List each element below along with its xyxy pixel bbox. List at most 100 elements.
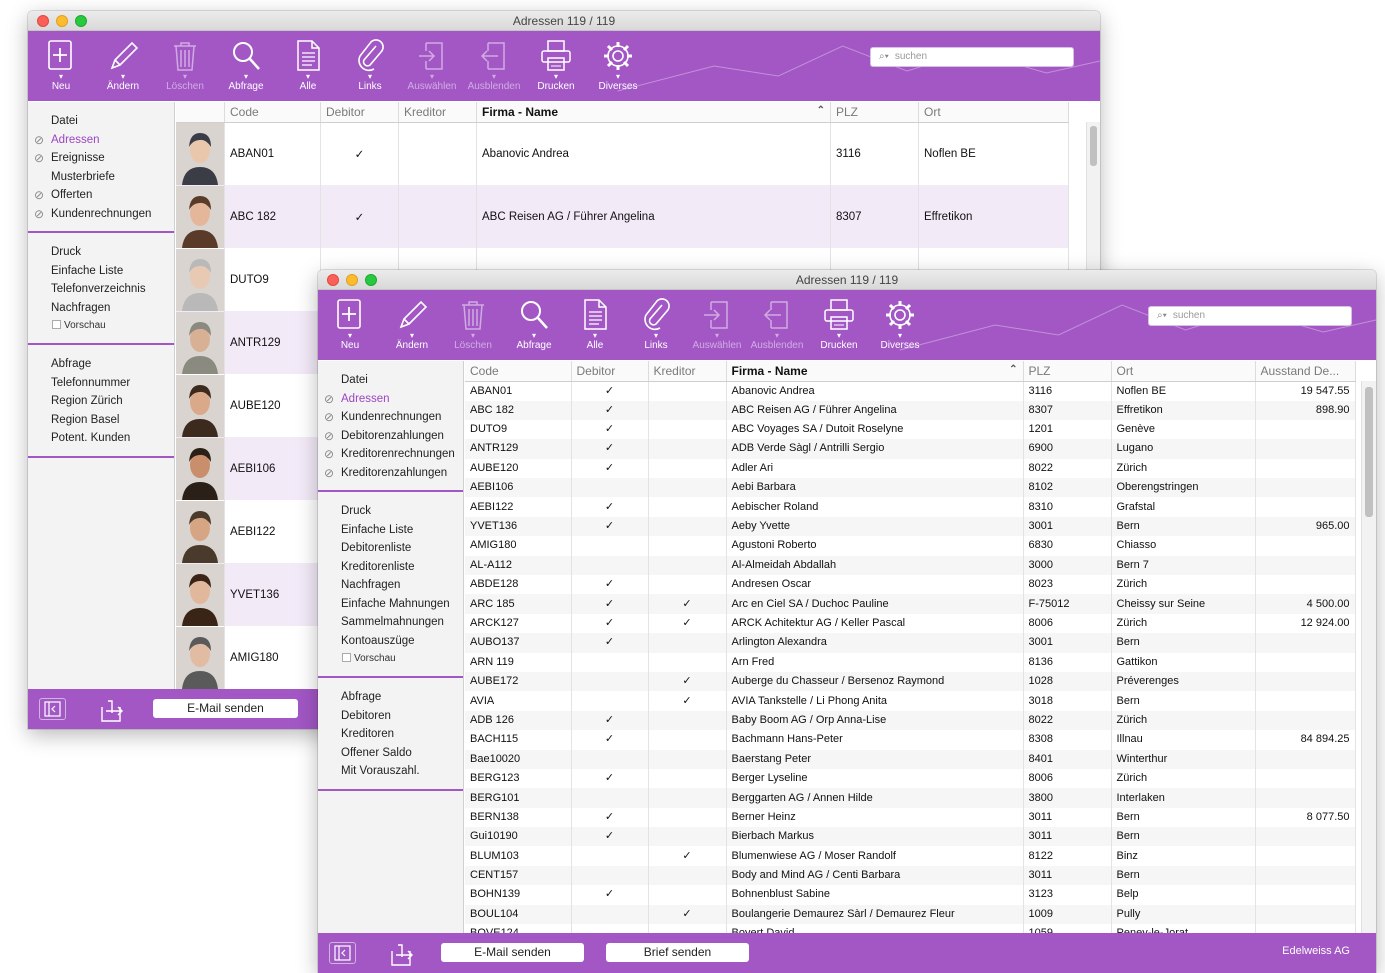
column-header[interactable]: Kreditor: [398, 102, 477, 123]
sidebar-item[interactable]: ⊘ Adressen: [28, 131, 174, 150]
sidebar-item[interactable]: ⊘ Kreditorenzahlungen: [318, 464, 463, 483]
column-header[interactable]: [176, 102, 225, 123]
misc-button[interactable]: ▾ Diverses: [587, 36, 649, 98]
table-row[interactable]: ABAN01 ✓ Abanovic Andrea 3116 Noflen BE: [176, 122, 1069, 185]
table-row[interactable]: BERG101 Berggarten AG / Annen Hilde 3800 In…: [465, 788, 1356, 808]
sidebar-item[interactable]: ⊘ Kundenrechnungen: [318, 408, 463, 427]
sidebar-item[interactable]: Einfache Liste: [318, 521, 463, 540]
table-row[interactable]: ARCK127 ✓ ✓ ARCK Achitektur AG / Keller Pas…: [465, 613, 1356, 634]
table-row[interactable]: ANTR129 ✓ ADB Verde Sàgl / Antrilli Sergio…: [465, 439, 1356, 459]
sidebar-item[interactable]: Potent. Kunden: [28, 429, 174, 448]
table-row[interactable]: BACH115 ✓ Bachmann Hans-Peter 8308 Illnau 84 …: [465, 730, 1356, 750]
tray-export-icon[interactable]: [388, 941, 418, 972]
sidebar-item[interactable]: Debitorenliste: [318, 539, 463, 558]
table-row[interactable]: ABDE128 ✓ Andresen Oscar 8023 Zürich: [465, 575, 1356, 595]
table-row[interactable]: Bae10020 Baerstang Peter 8401 Winterthur: [465, 749, 1356, 769]
email-send-button[interactable]: E-Mail senden: [441, 943, 584, 962]
sidebar-item[interactable]: Einfache Liste: [28, 262, 174, 281]
sidebar-item[interactable]: Sammelmahnungen: [318, 613, 463, 632]
column-header[interactable]: Debitor: [320, 102, 399, 123]
table-row[interactable]: AMIG180 Agustoni Roberto 6830 Chiasso: [465, 536, 1356, 556]
sidebar-item[interactable]: Kontoauszüge: [318, 632, 463, 651]
print-button[interactable]: ▾ Drucken: [525, 36, 587, 98]
sidebar-item[interactable]: Mit Vorauszahl.: [318, 762, 463, 781]
sidebar-item[interactable]: ⊘ Kreditorenrechnungen: [318, 445, 463, 464]
sidebar-item[interactable]: Kreditoren: [318, 725, 463, 744]
sidebar-item[interactable]: Region Basel: [28, 411, 174, 430]
preview-checkbox[interactable]: Vorschau: [318, 650, 463, 668]
sidebar-item[interactable]: Offener Saldo: [318, 744, 463, 763]
sidebar-item[interactable]: ⊘ Kundenrechnungen: [28, 205, 174, 224]
letter-send-button[interactable]: Brief senden: [606, 943, 749, 962]
table-row[interactable]: ARC 185 ✓ ✓ Arc en Ciel SA / Duchoc Pauline…: [465, 594, 1356, 614]
table-row[interactable]: YVET136 ✓ Aeby Yvette 3001 Bern 965.00: [465, 516, 1356, 537]
sidebar-item[interactable]: Debitoren: [318, 707, 463, 726]
delete-button[interactable]: ▾ Löschen: [154, 36, 216, 98]
select-button[interactable]: ▾ Auswählen: [401, 36, 463, 98]
misc-button[interactable]: ▾ Diverses: [869, 295, 931, 357]
sidebar-item[interactable]: ⊘ Ereignisse: [28, 149, 174, 168]
hide-button[interactable]: ▾ Ausblenden: [746, 295, 808, 357]
checkbox-box[interactable]: [52, 320, 61, 329]
column-header[interactable]: Kreditor: [648, 361, 727, 382]
table-row[interactable]: AUBE172 ✓ Auberge du Chasseur / Bersenoz R…: [465, 671, 1356, 692]
sidebar-toggle-icon[interactable]: [329, 942, 356, 964]
table-row[interactable]: AUBO137 ✓ Arlington Alexandra 3001 Bern: [465, 633, 1356, 653]
sidebar-item[interactable]: ⊘ Debitorenzahlungen: [318, 427, 463, 446]
table-row[interactable]: AEBI106 Aebi Barbara 8102 Oberengstringen: [465, 478, 1356, 498]
links-button[interactable]: ▾ Links: [339, 36, 401, 98]
sidebar-item[interactable]: Nachfragen: [28, 299, 174, 318]
query-button[interactable]: ▾ Abfrage: [503, 295, 565, 357]
table-row[interactable]: ABAN01 ✓ Abanovic Andrea 3116 Noflen BE 19 54…: [465, 381, 1356, 401]
query-button[interactable]: ▾ Abfrage: [215, 36, 277, 98]
search-input[interactable]: ⌕▾ suchen: [1148, 306, 1352, 326]
email-send-button[interactable]: E-Mail senden: [153, 699, 298, 718]
table-row[interactable]: ABC 182 ✓ ABC Reisen AG / Führer Angelina 8…: [465, 400, 1356, 420]
sidebar-item[interactable]: ⊘ Adressen: [318, 390, 463, 409]
sidebar-toggle-icon[interactable]: [39, 698, 66, 720]
column-header[interactable]: Code: [224, 102, 321, 123]
sidebar-item[interactable]: Einfache Mahnungen: [318, 595, 463, 614]
scrollbar-thumb[interactable]: [1365, 387, 1373, 517]
table-row[interactable]: AL-A112 Al-Almeidah Abdallah 3000 Bern 7: [465, 555, 1356, 576]
table-row[interactable]: BERG123 ✓ Berger Lyseline 8006 Zürich: [465, 768, 1356, 789]
column-header[interactable]: PLZ: [830, 102, 919, 123]
column-header[interactable]: Ausstand De...: [1255, 361, 1356, 382]
table-row[interactable]: BOUL104 ✓ Boulangerie Demaurez Sàrl / Dema…: [465, 904, 1356, 925]
sidebar-item[interactable]: Kreditorenliste: [318, 558, 463, 577]
table-row[interactable]: AEBI122 ✓ Aebischer Roland 8310 Grafstal: [465, 497, 1356, 517]
table-row[interactable]: ADB 126 ✓ Baby Boom AG / Orp Anna-Lise 8022…: [465, 710, 1356, 731]
column-header[interactable]: PLZ: [1023, 361, 1112, 382]
table-row[interactable]: BERN138 ✓ Berner Heinz 3011 Bern 8 077.50: [465, 807, 1356, 828]
column-header[interactable]: Debitor: [571, 361, 649, 382]
table-row[interactable]: CENT157 Body and Mind AG / Centi Barbara 3…: [465, 865, 1356, 886]
hide-button[interactable]: ▾ Ausblenden: [463, 36, 525, 98]
table-row[interactable]: AUBE120 ✓ Adler Ari 8022 Zürich: [465, 458, 1356, 479]
links-button[interactable]: ▾ Links: [625, 295, 687, 357]
select-button[interactable]: ▾ Auswählen: [686, 295, 748, 357]
table-row[interactable]: ABC 182 ✓ ABC Reisen AG / Führer Angelina 8…: [176, 185, 1069, 248]
tray-export-icon[interactable]: [98, 697, 128, 728]
column-header[interactable]: Code: [465, 361, 572, 382]
sidebar-item[interactable]: Region Zürich: [28, 392, 174, 411]
table-row[interactable]: DUTO9 ✓ ABC Voyages SA / Dutoit Roselyne 12…: [465, 419, 1356, 440]
new-button[interactable]: ▾ Neu: [30, 36, 92, 98]
sidebar-item[interactable]: Nachfragen: [318, 576, 463, 595]
all-button[interactable]: ▾ Alle: [277, 36, 339, 98]
column-header[interactable]: Ort: [1111, 361, 1256, 382]
all-button[interactable]: ▾ Alle: [564, 295, 626, 357]
scrollbar[interactable]: [1361, 381, 1376, 933]
sidebar-item[interactable]: Musterbriefe: [28, 168, 174, 187]
table-row[interactable]: BLUM103 ✓ Blumenwiese AG / Moser Randolf 81…: [465, 846, 1356, 866]
column-header[interactable]: Firma - Name ⌃: [476, 102, 831, 123]
new-button[interactable]: ▾ Neu: [319, 295, 381, 357]
sidebar-item[interactable]: Telefonnummer: [28, 374, 174, 393]
column-header[interactable]: Firma - Name ⌃: [726, 361, 1024, 382]
delete-button[interactable]: ▾ Löschen: [442, 295, 504, 357]
print-button[interactable]: ▾ Drucken: [808, 295, 870, 357]
scrollbar-thumb[interactable]: [1090, 126, 1097, 166]
column-header[interactable]: Ort: [918, 102, 1069, 123]
search-input[interactable]: ⌕▾ suchen: [870, 47, 1074, 67]
table-row[interactable]: AVIA ✓ AVIA Tankstelle / Li Phong Anita 301…: [465, 691, 1356, 711]
preview-checkbox[interactable]: Vorschau: [28, 317, 174, 335]
